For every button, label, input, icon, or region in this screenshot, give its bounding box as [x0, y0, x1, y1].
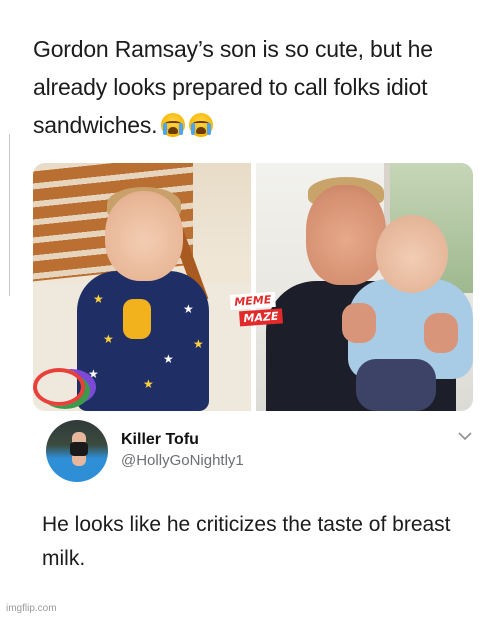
- imgflip-watermark: imgflip.com: [6, 603, 57, 614]
- reply-author-name[interactable]: Killer Tofu: [121, 431, 199, 449]
- tweet-media[interactable]: ★ ★ ★ ★ ★ ★ ★ MEME MAZE: [33, 163, 473, 411]
- baby-face: [376, 215, 448, 293]
- gordon-holding-baby-photo[interactable]: [256, 163, 473, 411]
- avatar[interactable]: [46, 420, 108, 482]
- toy: [123, 299, 151, 339]
- chevron-down-icon[interactable]: [458, 430, 472, 442]
- meme-maze-watermark: MEME MAZE: [228, 291, 290, 329]
- baby-face: [105, 191, 183, 281]
- watermark-line-1: MEME: [229, 291, 276, 310]
- tweet-body: Gordon Ramsay’s son is so cute, but he a…: [33, 36, 433, 138]
- baby-on-beach-photo[interactable]: ★ ★ ★ ★ ★ ★ ★: [33, 163, 251, 411]
- watermark-line-2: MAZE: [239, 308, 283, 327]
- toy-rings: [33, 368, 85, 406]
- man-face: [306, 185, 386, 285]
- scroll-indicator: [9, 134, 10, 296]
- reply-author-handle[interactable]: @HollyGoNightly1: [121, 452, 244, 469]
- meme-page: Gordon Ramsay’s son is so cute, but he a…: [0, 0, 500, 619]
- reply-text: He looks like he criticizes the taste of…: [42, 513, 451, 570]
- tweet-text: Gordon Ramsay’s son is so cute, but he a…: [33, 30, 483, 144]
- loudly-crying-face-icon: [161, 113, 186, 137]
- loudly-crying-face-icon: [189, 113, 214, 137]
